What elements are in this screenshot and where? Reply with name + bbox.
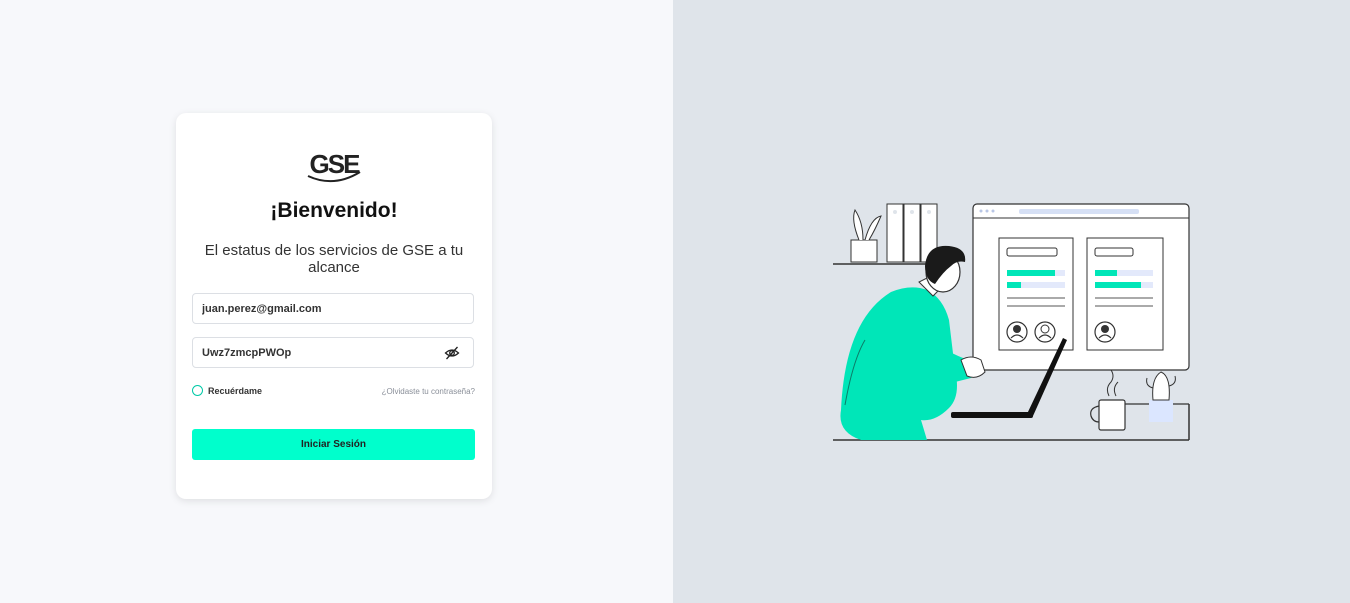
login-pane: GSE ¡Bienvenido! El estatus de los servi… — [0, 0, 673, 603]
email-field[interactable] — [192, 293, 474, 324]
login-card: GSE ¡Bienvenido! El estatus de los servi… — [176, 113, 492, 499]
email-input[interactable] — [202, 294, 432, 323]
login-button[interactable]: Iniciar Sesión — [192, 429, 475, 460]
eye-slash-icon[interactable] — [444, 345, 460, 361]
remember-me-radio[interactable] — [192, 385, 203, 396]
forgot-password-link[interactable]: ¿Olvidaste tu contraseña? — [382, 387, 475, 396]
remember-me-label: Recuérdame — [208, 385, 263, 396]
remember-me-checkbox[interactable]: Recuérdame — [192, 385, 262, 396]
page-title: ¡Bienvenido! — [270, 199, 398, 222]
page-subtitle: El estatus de los servicios de GSE a tu … — [204, 242, 464, 276]
illustration-pane — [673, 0, 1350, 603]
svg-text:GSE: GSE — [310, 149, 361, 179]
workspace-illustration — [833, 203, 1190, 441]
password-field[interactable] — [192, 337, 474, 368]
gse-logo: GSE — [307, 149, 362, 183]
password-input[interactable] — [202, 338, 432, 367]
